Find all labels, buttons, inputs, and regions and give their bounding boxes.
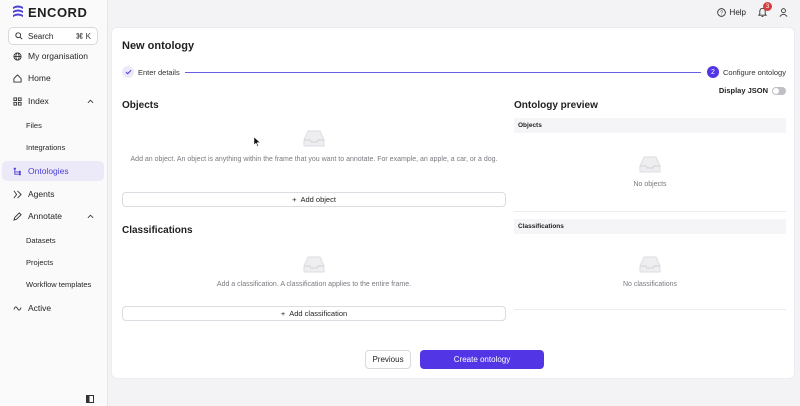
step-1-check-icon (122, 66, 134, 78)
agents-icon (12, 189, 22, 199)
objects-title: Objects (122, 100, 159, 111)
display-json-toggle[interactable]: Display JSON (719, 86, 786, 95)
sidebar-item-label: Home (28, 73, 51, 83)
step-connector (185, 72, 701, 73)
sidebar-item-my-organisation[interactable]: My organisation (2, 46, 104, 66)
sidebar-item-projects[interactable]: Projects (26, 255, 53, 269)
sidebar-item-label: Active (28, 303, 52, 313)
search-shortcut: ⌘ K (75, 31, 91, 41)
preview-no-classifications: No classifications (622, 281, 678, 288)
mouse-cursor-icon (254, 137, 260, 147)
sidebar-item-agents[interactable]: Agents (2, 184, 104, 204)
sidebar-item-files[interactable]: Files (26, 118, 42, 132)
stepper: Enter details 2 Configure ontology (122, 66, 786, 78)
classifications-title: Classifications (122, 225, 193, 236)
ontology-icon (12, 166, 22, 176)
user-menu-button[interactable] (779, 7, 788, 17)
add-object-button[interactable]: + Add object (122, 192, 506, 207)
preview-divider (514, 309, 786, 310)
sidebar-item-index[interactable]: Index (2, 91, 104, 111)
home-icon (12, 73, 22, 83)
notifications-button[interactable]: 3 (758, 2, 772, 17)
display-json-label: Display JSON (718, 86, 768, 95)
empty-inbox-icon (303, 256, 325, 273)
plus-icon: + (280, 309, 286, 318)
search-icon (15, 32, 23, 40)
sidebar: ENCORD Search ⌘ K My organisation Home I… (0, 0, 108, 406)
page-title: New ontology (122, 40, 195, 52)
add-classification-button[interactable]: + Add classification (122, 306, 506, 321)
previous-button[interactable]: Previous (365, 350, 411, 369)
active-icon (12, 303, 22, 313)
logo-text: ENCORD (28, 4, 88, 20)
help-button[interactable]: ? Help (716, 7, 746, 17)
svg-text:?: ? (720, 10, 723, 16)
classifications-empty-text: Add a classification. A classification a… (216, 281, 412, 288)
preview-no-objects: No objects (633, 181, 667, 188)
sidebar-item-active[interactable]: Active (2, 298, 104, 318)
preview-classifications-header: Classifications (514, 219, 786, 234)
search-button[interactable]: Search ⌘ K (8, 27, 98, 45)
create-ontology-button[interactable]: Create ontology (420, 350, 544, 369)
main-panel: New ontology Enter details 2 Configure o… (111, 27, 795, 379)
sidebar-item-label: Annotate (28, 211, 63, 221)
sidebar-item-datasets[interactable]: Datasets (26, 233, 56, 247)
encord-logo-icon (13, 5, 23, 17)
empty-inbox-icon (303, 130, 325, 147)
step-1-label: Enter details (138, 68, 180, 77)
empty-inbox-icon (639, 156, 661, 173)
collapse-sidebar-icon[interactable] (86, 390, 94, 403)
step-2-number: 2 (707, 66, 719, 78)
sidebar-item-ontologies[interactable]: Ontologies (2, 161, 104, 181)
empty-inbox-icon (639, 256, 661, 273)
help-label: Help (729, 7, 746, 17)
globe-icon (12, 51, 22, 61)
notification-badge: 3 (763, 2, 772, 11)
search-label: Search (28, 31, 54, 41)
add-classification-label: Add classification (289, 309, 348, 318)
chevron-up-icon (87, 96, 94, 106)
sidebar-item-home[interactable]: Home (2, 68, 104, 88)
add-object-label: Add object (300, 195, 336, 204)
grid-icon (12, 96, 22, 106)
chevron-up-icon (87, 211, 94, 221)
sidebar-item-integrations[interactable]: Integrations (26, 140, 65, 154)
sidebar-item-label: My organisation (28, 51, 89, 61)
step-2-label: Configure ontology (723, 68, 786, 77)
help-icon: ? (716, 7, 726, 17)
sidebar-item-annotate[interactable]: Annotate (2, 206, 104, 226)
top-bar: ? Help 3 (108, 0, 800, 24)
sidebar-item-label: Ontologies (28, 166, 69, 176)
encord-logo[interactable]: ENCORD (12, 4, 87, 20)
preview-divider (514, 211, 786, 212)
toggle-switch[interactable] (772, 86, 786, 95)
preview-objects-header: Objects (514, 118, 786, 133)
user-icon (779, 7, 788, 17)
objects-empty-text: Add an object. An object is anything wit… (130, 156, 498, 163)
annotate-icon (12, 211, 22, 221)
plus-icon: + (292, 195, 297, 204)
preview-title: Ontology preview (514, 100, 598, 111)
sidebar-item-label: Agents (28, 189, 55, 199)
sidebar-item-workflow-templates[interactable]: Workflow templates (26, 277, 91, 291)
sidebar-item-label: Index (28, 96, 49, 106)
